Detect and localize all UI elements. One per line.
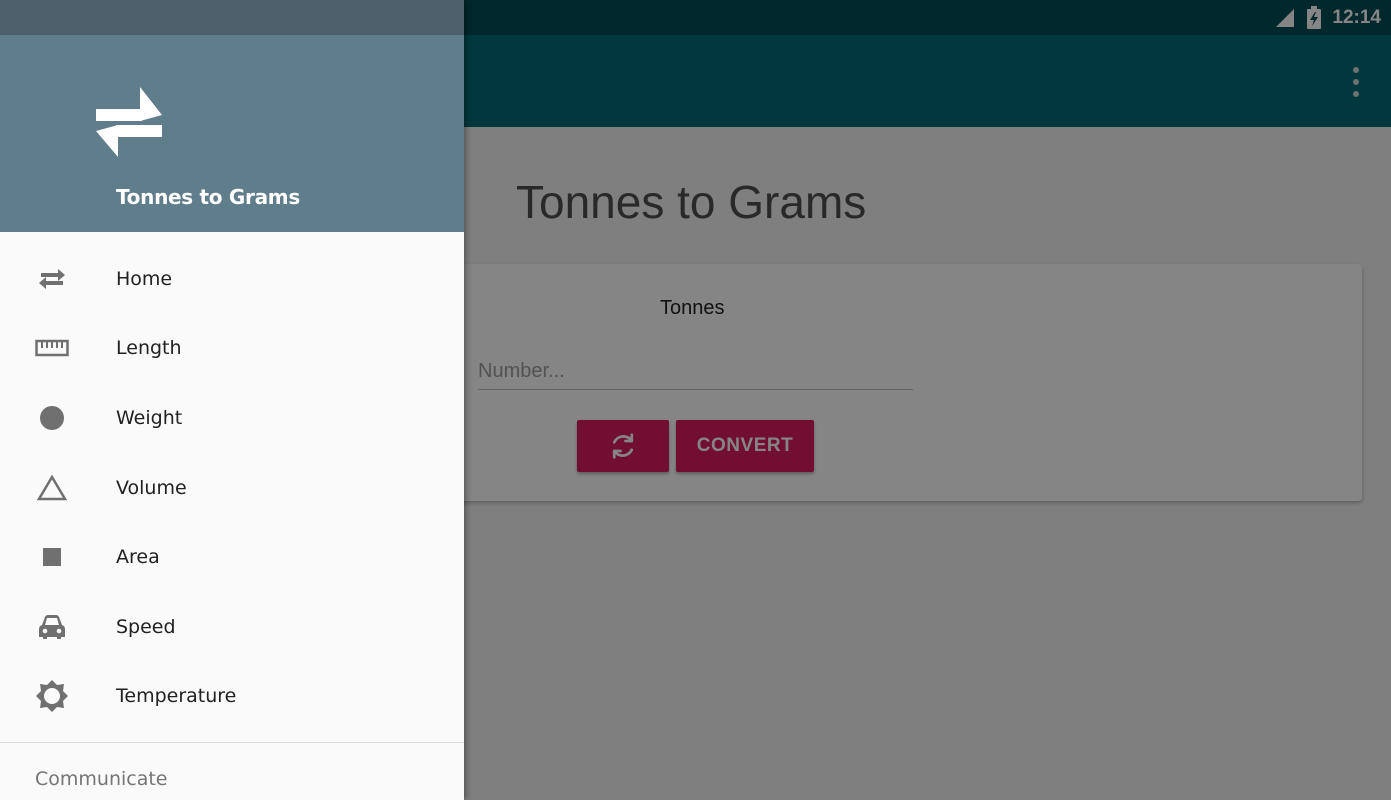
nav-item-area[interactable]: Area xyxy=(0,522,464,592)
swap-arrows-logo-icon xyxy=(96,87,162,157)
drawer-status-overlay xyxy=(0,0,464,35)
nav-item-temperature[interactable]: Temperature xyxy=(0,662,464,732)
nav-item-weight[interactable]: Weight xyxy=(0,383,464,453)
brightness-icon xyxy=(34,678,70,714)
drawer-nav: Home Length Weight Volume Area Speed Tem… xyxy=(0,244,464,731)
navigation-drawer: Tonnes to Grams Home Length Weight Volum… xyxy=(0,0,464,800)
nav-item-home[interactable]: Home xyxy=(0,244,464,314)
drawer-header-title: Tonnes to Grams xyxy=(116,185,300,209)
square-icon xyxy=(34,539,70,575)
nav-label-length: Length xyxy=(116,337,182,360)
nav-item-volume[interactable]: Volume xyxy=(0,453,464,523)
drawer-header: Tonnes to Grams xyxy=(0,35,464,232)
drawer-divider xyxy=(0,742,464,743)
car-icon xyxy=(34,609,70,645)
triangle-icon xyxy=(34,470,70,506)
nav-label-speed: Speed xyxy=(116,615,176,638)
section-label-communicate: Communicate xyxy=(35,768,168,790)
nav-label-area: Area xyxy=(116,546,160,569)
nav-label-temperature: Temperature xyxy=(116,685,237,708)
ruler-icon xyxy=(34,330,70,366)
nav-label-weight: Weight xyxy=(116,406,183,429)
swap-horiz-icon xyxy=(34,261,70,297)
nav-label-volume: Volume xyxy=(116,476,187,499)
nav-item-length[interactable]: Length xyxy=(0,314,464,384)
nav-label-home: Home xyxy=(116,267,173,290)
nav-item-speed[interactable]: Speed xyxy=(0,592,464,662)
circle-icon xyxy=(34,400,70,436)
